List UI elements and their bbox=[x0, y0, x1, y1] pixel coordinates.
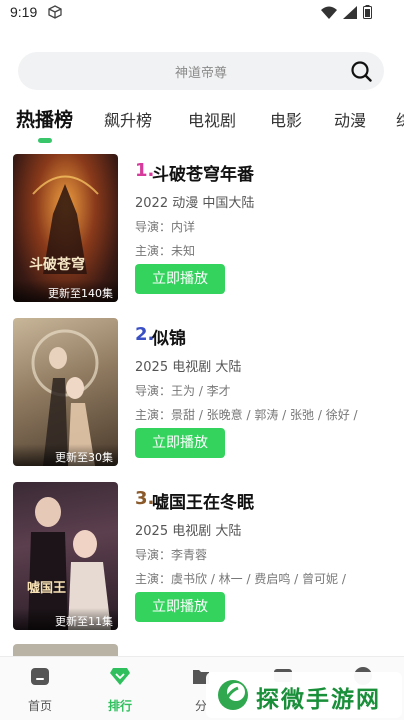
watermark: 探微手游网 bbox=[206, 672, 402, 718]
poster-image[interactable]: 嘘国王 更新至11集 bbox=[13, 482, 118, 630]
item-cast: 主演：虞书欣 / 林一 / 费启鸣 / 曾可妮 / bbox=[135, 572, 346, 586]
active-tab-indicator bbox=[38, 138, 52, 143]
tab-rising[interactable]: 飙升榜 bbox=[104, 107, 152, 131]
item-director: 导演：李青蓉 bbox=[135, 548, 208, 562]
status-indicators bbox=[321, 5, 372, 19]
item-director: 导演：内详 bbox=[135, 220, 196, 234]
tab-anime[interactable]: 动漫 bbox=[334, 107, 366, 131]
play-now-button[interactable]: 立即播放 bbox=[135, 264, 225, 294]
poster-image[interactable]: 斗破苍穹 更新至140集 bbox=[13, 154, 118, 302]
poster-image[interactable]: 更新至30集 bbox=[13, 318, 118, 466]
tab-variety[interactable]: 综 bbox=[396, 107, 404, 131]
item-title[interactable]: 嘘国王在冬眠 bbox=[152, 488, 254, 513]
item-meta: 2022 动漫 中国大陆 bbox=[135, 196, 255, 211]
search-icon[interactable] bbox=[350, 60, 372, 82]
wifi-icon bbox=[321, 6, 337, 19]
item-meta: 2025 电视剧 大陆 bbox=[135, 360, 242, 375]
nav-home-label: 首页 bbox=[27, 699, 52, 713]
item-director: 导演：王为 / 李才 bbox=[135, 384, 231, 398]
status-time: 9:19 bbox=[10, 4, 38, 20]
tab-tv[interactable]: 电视剧 bbox=[188, 107, 236, 131]
cube-icon bbox=[48, 5, 62, 19]
list-item[interactable]: 斗破苍穹 更新至140集 1. 斗破苍穹年番 2022 动漫 中国大陆 导演：内… bbox=[0, 154, 404, 304]
status-bar: 9:19 bbox=[0, 0, 404, 26]
item-title[interactable]: 斗破苍穹年番 bbox=[152, 160, 254, 185]
tab-hot[interactable]: 热播榜 bbox=[16, 105, 73, 132]
episode-badge: 更新至11集 bbox=[13, 608, 118, 630]
battery-icon bbox=[363, 5, 372, 19]
episode-badge: 更新至140集 bbox=[13, 280, 118, 302]
item-title[interactable]: 似锦 bbox=[152, 324, 186, 349]
rank-icon bbox=[110, 668, 130, 685]
watermark-logo-icon bbox=[218, 680, 248, 710]
search-placeholder: 神道帝尊 bbox=[174, 66, 227, 81]
svg-text:斗破苍穹: 斗破苍穹 bbox=[29, 256, 85, 273]
signal-icon bbox=[343, 5, 357, 19]
nav-rank[interactable]: 排行 bbox=[95, 665, 145, 714]
play-now-button[interactable]: 立即播放 bbox=[135, 428, 225, 458]
list-item[interactable]: 嘘国王 更新至11集 3. 嘘国王在冬眠 2025 电视剧 大陆 导演：李青蓉 … bbox=[0, 482, 404, 632]
item-cast: 主演：未知 bbox=[135, 244, 196, 258]
episode-badge: 更新至30集 bbox=[13, 444, 118, 466]
category-tabs: 热播榜 飙升榜 电视剧 电影 动漫 综 bbox=[0, 100, 404, 144]
search-bar[interactable]: 神道帝尊 bbox=[18, 52, 384, 90]
watermark-text: 探微手游网 bbox=[256, 687, 381, 713]
nav-rank-label: 排行 bbox=[107, 699, 132, 713]
item-cast: 主演：景甜 / 张晚意 / 郭涛 / 张弛 / 徐好 / bbox=[135, 408, 358, 422]
list-item[interactable]: 更新至30集 2. 似锦 2025 电视剧 大陆 导演：王为 / 李才 主演：景… bbox=[0, 318, 404, 468]
home-icon bbox=[31, 668, 49, 685]
tab-movie[interactable]: 电影 bbox=[270, 107, 302, 131]
play-now-button[interactable]: 立即播放 bbox=[135, 592, 225, 622]
item-meta: 2025 电视剧 大陆 bbox=[135, 524, 242, 539]
svg-text:嘘国王: 嘘国王 bbox=[27, 580, 66, 596]
nav-home[interactable]: 首页 bbox=[15, 665, 65, 714]
